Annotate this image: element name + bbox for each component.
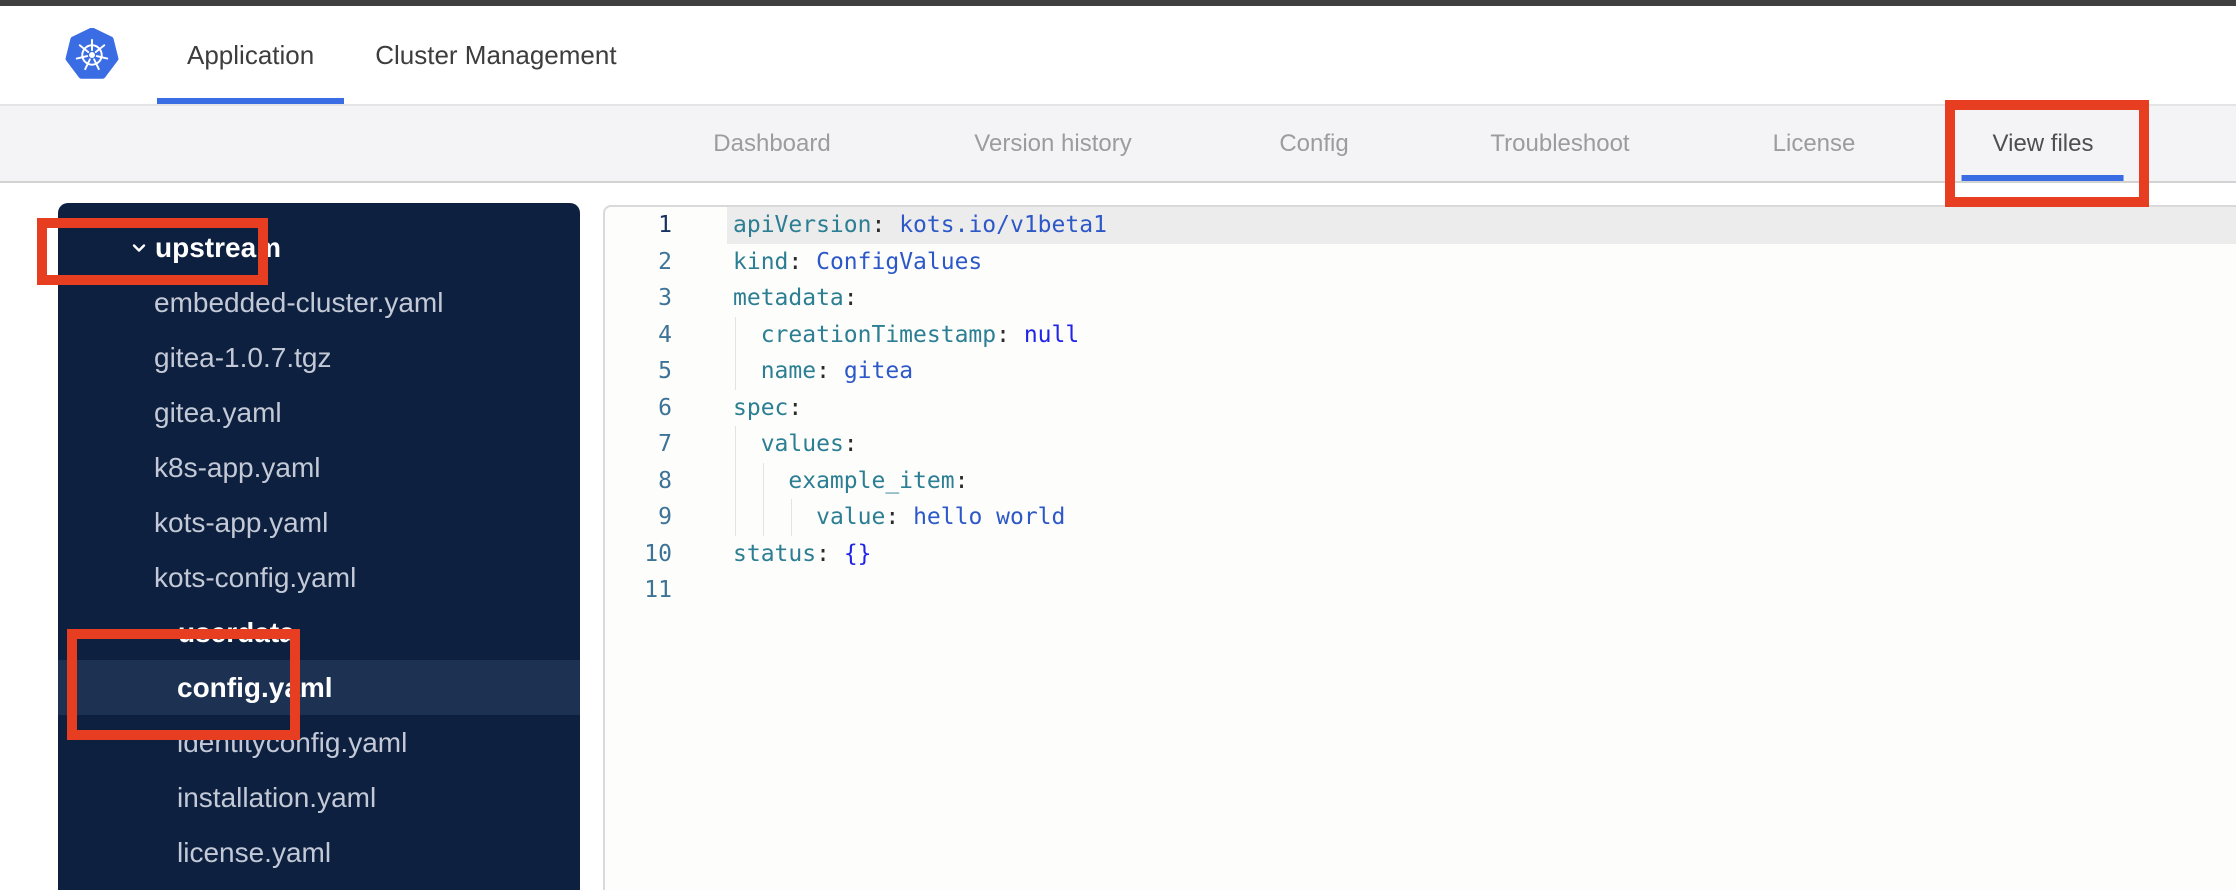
line-number: 9 (658, 504, 672, 530)
code-text: creationTimestamp: null (760, 321, 1080, 348)
code-text: apiVersion: kots.io/v1beta1 (733, 212, 1107, 238)
code-text: example_item: (788, 467, 969, 494)
app-sub-nav: Dashboard Version history Config Troublesho… (0, 106, 2236, 183)
top-nav: Application Cluster Management (0, 6, 2236, 106)
tab-dashboard[interactable]: Dashboard (713, 106, 830, 181)
tab-view-files[interactable]: View files (1993, 106, 2094, 181)
code-line-6: 6 spec: (605, 390, 2236, 427)
tree-item-label: gitea.yaml (154, 396, 282, 428)
code-text: metadata: (733, 285, 858, 311)
code-line-7: 7 values: (605, 426, 2236, 463)
tree-file-config-yaml[interactable]: config.yaml (58, 660, 580, 715)
line-number: 2 (658, 248, 672, 275)
top-nav-tabs: Application Cluster Management (157, 6, 617, 104)
tab-version-history[interactable]: Version history (974, 106, 1131, 181)
tree-item-label: license.yaml (177, 836, 332, 868)
code-line-10: 10 status: {} (605, 536, 2236, 573)
tree-file-identityconfig-yaml[interactable]: identityconfig.yaml (58, 715, 580, 770)
yaml-file-viewer[interactable]: 1 apiVersion: kots.io/v1beta1 2 kind: Confi… (603, 205, 2236, 890)
line-number: 5 (658, 358, 672, 384)
tab-troubleshoot[interactable]: Troubleshoot (1490, 106, 1629, 181)
tree-file-k8s-app-yaml[interactable]: k8s-app.yaml (58, 440, 580, 495)
code-line-11: 11 (605, 572, 2236, 609)
code-line-2: 2 kind: ConfigValues (605, 244, 2236, 281)
code-text: values: (760, 431, 858, 457)
code-text: spec: (733, 394, 803, 421)
tab-license[interactable]: License (1773, 106, 1856, 181)
code-line-1: 1 apiVersion: kots.io/v1beta1 (605, 207, 2236, 244)
code-lines: 1 apiVersion: kots.io/v1beta1 2 kind: Confi… (605, 207, 2236, 609)
code-line-4: 4 creationTimestamp: null (605, 316, 2236, 353)
code-text: value: hello world (816, 504, 1066, 530)
chevron-down-icon (152, 623, 172, 643)
tree-file-embedded-cluster-yaml[interactable]: embedded-cluster.yaml (58, 275, 580, 330)
tree-file-gitea-1-0-7-tgz[interactable]: gitea-1.0.7.tgz (58, 330, 580, 385)
code-line-3: 3 metadata: (605, 280, 2236, 317)
top-tab-cluster-management[interactable]: Cluster Management (375, 6, 616, 104)
line-number: 4 (658, 321, 672, 348)
tree-folder-upstream[interactable]: upstream (58, 220, 580, 275)
line-number: 1 (658, 212, 672, 238)
tree-item-label: config.yaml (177, 671, 333, 703)
tree-item-label: embedded-cluster.yaml (154, 286, 444, 318)
kots-admin-console: Application Cluster Management Dashboard V… (0, 0, 2236, 890)
line-number: 11 (644, 577, 672, 603)
code-text: kind: ConfigValues (733, 248, 983, 275)
code-text: name: gitea (760, 358, 914, 384)
line-number: 10 (644, 540, 672, 567)
tree-item-label: kots-app.yaml (154, 506, 329, 538)
tree-item-label: upstream (155, 231, 282, 263)
code-text: status: {} (733, 540, 872, 567)
tree-file-gitea-yaml[interactable]: gitea.yaml (58, 385, 580, 440)
line-number: 6 (658, 394, 672, 421)
tree-file-kots-app-yaml[interactable]: kots-app.yaml (58, 495, 580, 550)
tree-file-kots-config-yaml[interactable]: kots-config.yaml (58, 550, 580, 605)
top-tab-application[interactable]: Application (157, 6, 345, 104)
tree-item-label: userdata (178, 616, 295, 648)
tree-item-label: k8s-app.yaml (154, 451, 321, 483)
tree-file-installation-yaml[interactable]: installation.yaml (58, 770, 580, 825)
code-line-9: 9 value: hello world (605, 499, 2236, 536)
tree-file-license-yaml[interactable]: license.yaml (58, 825, 580, 880)
code-line-5: 5 name: gitea (605, 353, 2236, 390)
tree-item-label: gitea-1.0.7.tgz (154, 341, 332, 373)
file-tree-sidebar: upstream embedded-cluster.yaml gitea-1.0.7… (58, 203, 580, 890)
kubernetes-logo-icon (65, 27, 119, 82)
tree-item-label: identityconfig.yaml (177, 726, 408, 758)
tree-folder-userdata[interactable]: userdata (58, 605, 580, 660)
line-number: 7 (658, 431, 672, 457)
tree-item-label: installation.yaml (177, 781, 377, 813)
chevron-down-icon (129, 238, 149, 258)
code-line-8: 8 example_item: (605, 462, 2236, 499)
line-number: 3 (658, 285, 672, 311)
line-number: 8 (658, 467, 672, 494)
tab-config[interactable]: Config (1279, 106, 1348, 181)
tree-item-label: kots-config.yaml (154, 561, 357, 593)
